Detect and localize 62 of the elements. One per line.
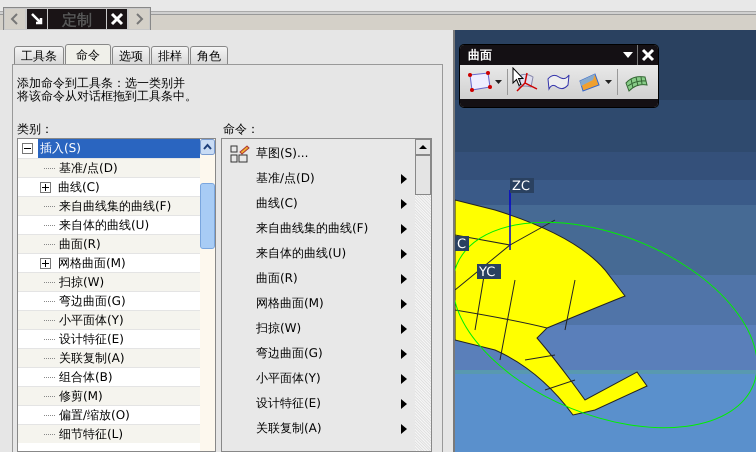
tab[interactable]: 排样 bbox=[151, 46, 189, 64]
instruction-text: 将该命令从对话框拖到工具条中。 bbox=[17, 90, 198, 103]
command-item[interactable]: 来自体的曲线(U) bbox=[222, 241, 415, 266]
submenu-arrow-icon bbox=[401, 424, 407, 434]
submenu-arrow-icon bbox=[401, 198, 407, 208]
submenu-arrow-icon bbox=[401, 348, 407, 358]
submenu-arrow-icon bbox=[401, 274, 407, 284]
axis-label: YC bbox=[477, 264, 501, 280]
close-icon[interactable] bbox=[107, 9, 127, 29]
3d-viewport[interactable]: ZC YC C 曲面 bbox=[455, 30, 756, 452]
command-item[interactable]: 基准/点(D) bbox=[222, 166, 415, 191]
collapse-icon[interactable] bbox=[22, 143, 33, 154]
tab[interactable]: 角色 bbox=[190, 46, 228, 64]
command-item[interactable]: 小平面体(Y) bbox=[222, 366, 415, 391]
mouse-cursor-icon bbox=[512, 67, 524, 87]
command-item[interactable]: 曲面(R) bbox=[222, 266, 415, 291]
scrollbar-thumb[interactable] bbox=[200, 183, 215, 249]
instruction-text: 添加命令到工具条：选一类别并 bbox=[17, 77, 186, 90]
submenu-arrow-icon bbox=[401, 174, 407, 184]
tree-item[interactable]: 来自体的曲线(U) bbox=[57, 216, 152, 234]
toolbar-title: 曲面 bbox=[468, 46, 493, 64]
tree-item[interactable]: 网格曲面(M) bbox=[56, 254, 128, 272]
expand-icon[interactable] bbox=[40, 182, 51, 192]
axis-label: C bbox=[455, 236, 469, 252]
command-item[interactable]: 关联复制(A) bbox=[222, 416, 415, 441]
submenu-arrow-icon bbox=[401, 248, 407, 258]
scrollbar-thumb[interactable] bbox=[415, 155, 431, 195]
tree-item[interactable]: 设计特征(E) bbox=[57, 330, 126, 348]
scrollbar[interactable] bbox=[200, 139, 215, 451]
category-label: 类别： bbox=[17, 121, 53, 137]
caret-icon bbox=[495, 80, 502, 84]
dropdown-icon[interactable] bbox=[623, 52, 633, 58]
submenu-arrow-icon bbox=[401, 224, 407, 234]
expand-icon[interactable] bbox=[40, 258, 51, 268]
tab[interactable]: 工具条 bbox=[14, 46, 64, 64]
tree-item[interactable]: 偏置/缩放(O) bbox=[57, 406, 132, 424]
sketch-icon bbox=[230, 144, 250, 162]
command-item[interactable]: 曲线(C) bbox=[222, 191, 415, 216]
command-label: 命令： bbox=[223, 121, 259, 137]
dialog-title: 定制 bbox=[48, 9, 106, 29]
command-item[interactable]: 来自曲线集的曲线(F) bbox=[222, 216, 415, 241]
caret-icon bbox=[605, 80, 612, 84]
submenu-arrow-icon bbox=[401, 324, 407, 334]
command-item[interactable]: 扫掠(W) bbox=[222, 316, 415, 341]
submenu-arrow-icon bbox=[401, 298, 407, 308]
plane-icon bbox=[467, 71, 493, 93]
scrollbar[interactable] bbox=[415, 139, 431, 451]
command-item[interactable]: 弯边曲面(G) bbox=[222, 341, 415, 366]
tree-item[interactable]: 插入(S) bbox=[38, 139, 200, 158]
tree-item[interactable]: 组合体(B) bbox=[57, 368, 115, 386]
tree-item[interactable]: 曲线(C) bbox=[56, 178, 102, 196]
scroll-up-icon[interactable] bbox=[415, 139, 431, 155]
tab[interactable]: 选项 bbox=[112, 46, 150, 64]
scroll-up-icon[interactable] bbox=[200, 139, 215, 155]
command-item[interactable]: 设计特征(E) bbox=[222, 391, 415, 416]
tree-item[interactable]: 弯边曲面(G) bbox=[57, 292, 128, 310]
tab[interactable]: 命令 bbox=[65, 44, 111, 64]
command-item[interactable]: 草图(S)... bbox=[222, 141, 415, 166]
axis-label: ZC bbox=[510, 178, 534, 194]
command-item[interactable]: 网格曲面(M) bbox=[222, 291, 415, 316]
submenu-arrow-icon bbox=[401, 398, 407, 408]
submenu-arrow-icon bbox=[401, 374, 407, 384]
